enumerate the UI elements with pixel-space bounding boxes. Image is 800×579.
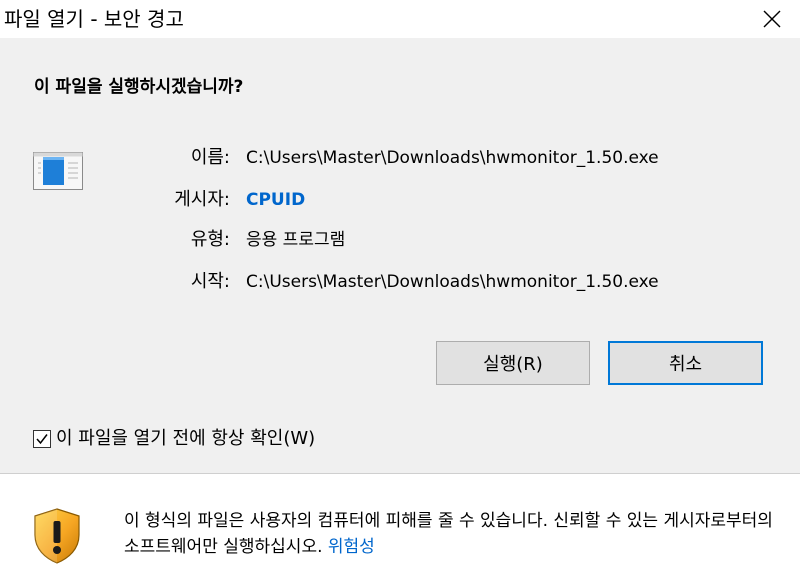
- file-type-label: 유형:: [190, 229, 230, 250]
- file-from-label: 시작:: [190, 271, 230, 292]
- title-bar: 파일 열기 - 보안 경고: [0, 0, 800, 38]
- publisher-label: 게시자:: [174, 189, 230, 210]
- warning-message: 이 형식의 파일은 사용자의 컴퓨터에 피해를 줄 수 있습니다. 신뢰할 수 …: [124, 508, 774, 560]
- always-ask-label: 이 파일을 열기 전에 항상 확인(W): [56, 428, 316, 449]
- warning-text: 이 형식의 파일은 사용자의 컴퓨터에 피해를 줄 수 있습니다. 신뢰할 수 …: [124, 511, 773, 557]
- checkmark-icon: [36, 434, 48, 445]
- file-type-value: 응용 프로그램: [246, 230, 346, 250]
- run-question: 이 파일을 실행하시겠습니까?: [34, 77, 244, 97]
- warning-shield-icon: [32, 507, 82, 565]
- close-icon: [763, 10, 781, 28]
- close-button[interactable]: [744, 0, 800, 38]
- publisher-link[interactable]: CPUID: [246, 186, 305, 215]
- risk-link[interactable]: 위험성: [328, 537, 375, 557]
- file-name-label: 이름:: [190, 147, 230, 168]
- always-ask-checkbox[interactable]: 이 파일을 열기 전에 항상 확인(W): [33, 426, 315, 452]
- window-title: 파일 열기 - 보안 경고: [4, 7, 184, 31]
- warning-footer: 이 형식의 파일은 사용자의 컴퓨터에 피해를 줄 수 있습니다. 신뢰할 수 …: [0, 474, 800, 579]
- run-button[interactable]: 실행(R): [436, 341, 590, 385]
- file-from-value: C:\Users\Master\Downloads\hwmonitor_1.50…: [246, 272, 659, 292]
- file-name-value: C:\Users\Master\Downloads\hwmonitor_1.50…: [246, 148, 659, 168]
- checkbox-box[interactable]: [33, 430, 51, 448]
- cancel-button[interactable]: 취소: [608, 341, 763, 385]
- security-warning-dialog: 파일 열기 - 보안 경고 이 파일을 실행하시겠습니까? 이름: C:\Use…: [0, 0, 800, 579]
